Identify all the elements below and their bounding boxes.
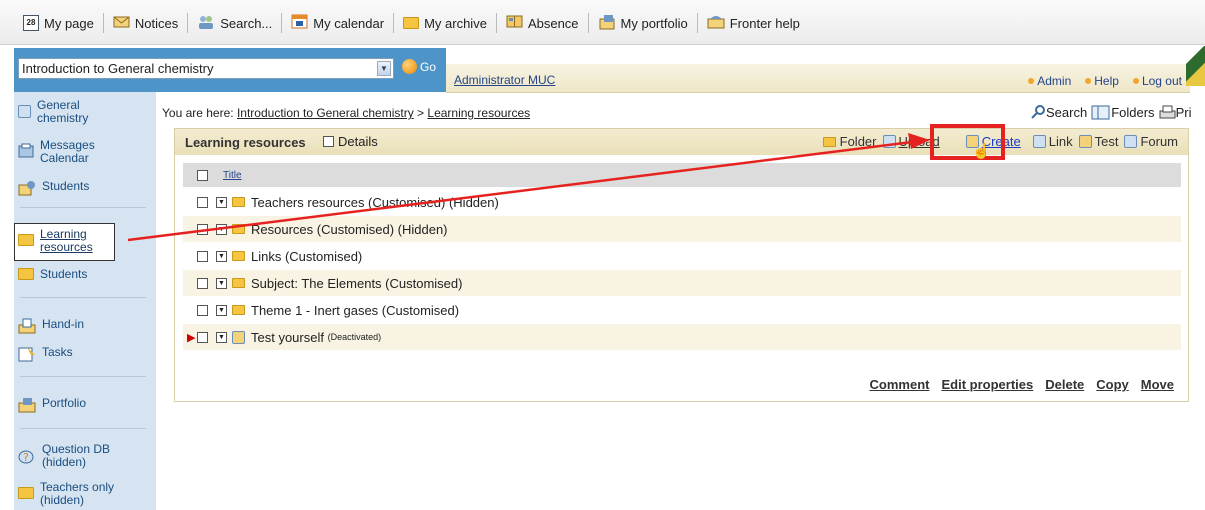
annotation-arrow	[127, 133, 930, 242]
hand-cursor-icon: ☝	[972, 143, 991, 160]
